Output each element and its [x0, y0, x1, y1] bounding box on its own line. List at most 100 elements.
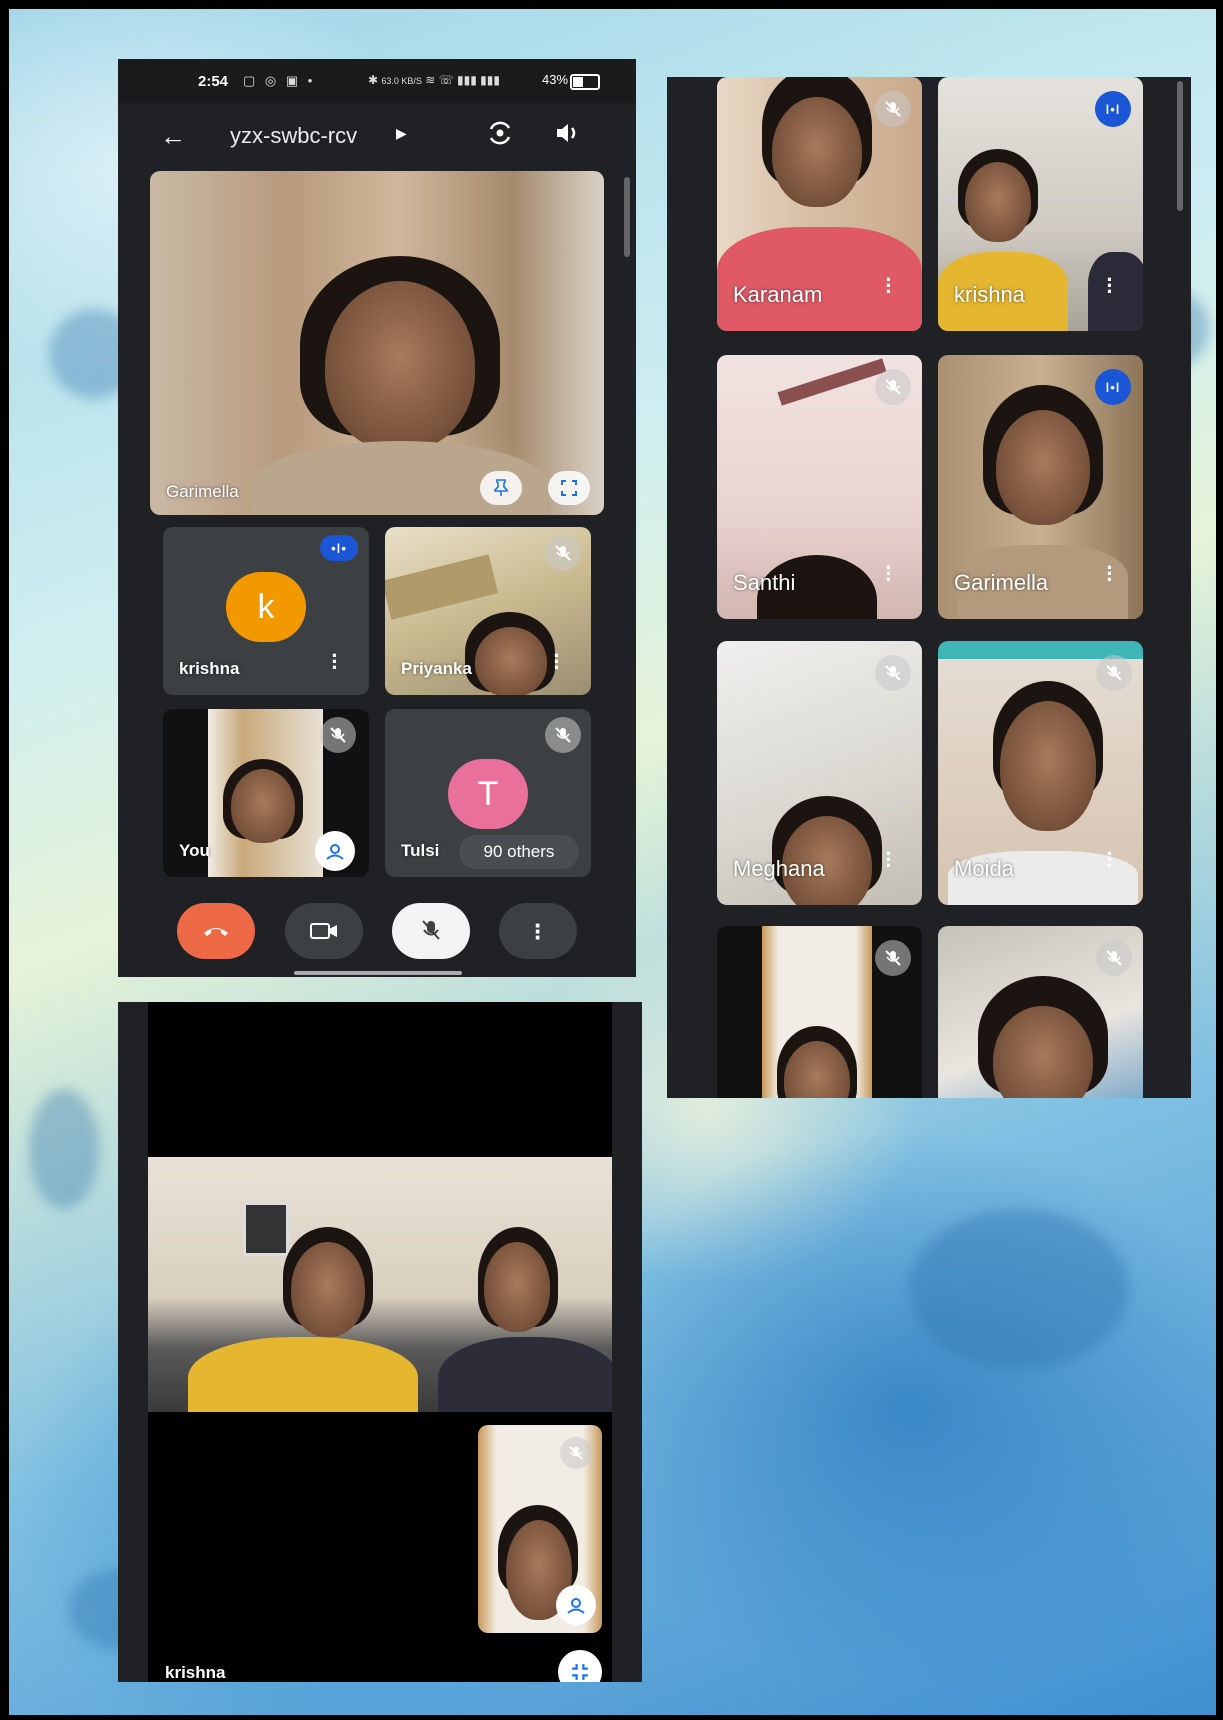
more-vert-icon[interactable]: · · ·	[1106, 557, 1114, 591]
participant-tile-garimella[interactable]: ǀ•ǀ Garimella · · ·	[938, 355, 1143, 619]
avatar: k	[226, 572, 306, 642]
self-view-tile[interactable]	[478, 1425, 602, 1633]
chevron-right-icon[interactable]: ▶	[396, 125, 407, 142]
status-icons: ✱ 63.0 KB/S ≋ ☏ ▮▮▮ ▮▮▮	[368, 73, 500, 87]
avatar: T	[448, 759, 528, 829]
participant-tile-moida[interactable]: Moida · · ·	[938, 641, 1143, 905]
mic-off-icon	[875, 655, 911, 691]
participant-tile-krishna[interactable]: •ǀ• k krishna · · ·	[163, 527, 369, 695]
participant-tile-partial-1[interactable]	[717, 926, 922, 1098]
notification-icons: ▢ ◎ ▣ •	[243, 73, 316, 88]
participant-tile-meghana[interactable]: Meghana · · ·	[717, 641, 922, 905]
tile-name: Moida	[954, 856, 1014, 881]
speaking-icon: ǀ•ǀ	[1095, 91, 1131, 127]
wall-frame	[243, 1202, 289, 1256]
tile-name: krishna	[954, 282, 1025, 307]
battery-percent: 43%	[542, 72, 569, 87]
participant-body	[188, 1337, 418, 1412]
participant-face	[965, 162, 1031, 242]
battery-icon	[570, 74, 600, 90]
mic-off-icon	[545, 535, 581, 571]
participant-tile-priyanka[interactable]: Priyanka · · ·	[385, 527, 591, 695]
more-vert-icon[interactable]: · · ·	[1106, 843, 1114, 877]
tile-name: Tulsi	[401, 841, 440, 860]
speaking-icon: •ǀ•	[320, 535, 358, 561]
mic-off-icon	[422, 920, 440, 940]
more-vert-icon[interactable]: · · ·	[885, 843, 893, 877]
tile-name: Meghana	[733, 856, 825, 881]
tile-name: krishna	[179, 659, 240, 678]
mic-off-icon	[1096, 940, 1132, 976]
mic-off-icon	[1096, 655, 1132, 691]
camera-icon	[310, 923, 337, 939]
meeting-top-bar: ← yzx-swbc-rcv ▶	[118, 103, 636, 171]
more-options-button[interactable]: · · ·	[499, 903, 577, 959]
participant-face	[291, 1242, 365, 1337]
participant-face	[996, 410, 1090, 525]
end-call-button[interactable]	[177, 903, 255, 959]
main-video[interactable]	[148, 1157, 612, 1412]
meet-screenshot-main: 2:54 ▢ ◎ ▣ • ✱ 63.0 KB/S ≋ ☏ ▮▮▮ ▮▮▮ 43%…	[118, 59, 636, 977]
fullscreen-icon[interactable]	[548, 471, 590, 505]
others-count-pill[interactable]: 90 others	[459, 835, 579, 869]
tile-name: Karanam	[733, 282, 823, 307]
participant-tile-karanam[interactable]: Karanam · · ·	[717, 77, 922, 331]
pin-icon[interactable]	[480, 471, 522, 505]
mic-off-icon	[560, 1437, 592, 1469]
participant-face	[231, 769, 295, 843]
more-vert-icon[interactable]: · · ·	[885, 557, 893, 591]
status-time: 2:54	[198, 73, 229, 90]
switch-camera-icon[interactable]	[486, 119, 514, 147]
home-indicator	[294, 971, 462, 975]
scrollbar[interactable]	[1177, 81, 1183, 211]
ceiling-fan	[385, 554, 499, 620]
mic-off-icon	[545, 717, 581, 753]
participant-face	[484, 1242, 550, 1332]
visual-effects-icon[interactable]	[556, 1585, 596, 1625]
call-controls: · · ·	[118, 889, 636, 977]
meet-screenshot-grid: Karanam · · · ǀ•ǀ krishna · · · Santhi · · · ǀ…	[667, 77, 1191, 1098]
participant-tile-you[interactable]: You	[163, 709, 369, 877]
tile-name: Garimella	[954, 570, 1049, 595]
tile-name: Santhi	[733, 570, 796, 595]
mic-off-icon	[875, 91, 911, 127]
participant-tile-tulsi[interactable]: T Tulsi 90 others	[385, 709, 591, 877]
participant-face	[1000, 701, 1096, 831]
more-vert-icon: · · ·	[534, 910, 543, 952]
meet-screenshot-spotlight: krishna	[118, 1002, 642, 1682]
background-bubble	[909, 1209, 1129, 1369]
camera-toggle-button[interactable]	[285, 903, 363, 959]
more-vert-icon[interactable]: · · ·	[885, 269, 893, 303]
participant-face	[325, 281, 475, 451]
mic-off-icon	[875, 369, 911, 405]
data-speed: 63.0 KB/S	[381, 76, 422, 86]
tile-name: Priyanka	[401, 659, 472, 678]
more-vert-icon[interactable]: · · ·	[331, 645, 339, 679]
mic-off-icon	[320, 717, 356, 753]
scrollbar[interactable]	[624, 177, 630, 257]
visual-effects-icon[interactable]	[315, 831, 355, 871]
end-call-icon	[204, 928, 228, 936]
meeting-code[interactable]: yzx-swbc-rcv	[230, 123, 357, 149]
mic-off-icon	[875, 940, 911, 976]
tile-name: Garimella	[166, 482, 239, 501]
ceiling-fan	[777, 358, 887, 406]
speaker-icon[interactable]	[553, 119, 581, 147]
more-vert-icon[interactable]: · · ·	[553, 645, 561, 679]
participant-face	[475, 627, 547, 695]
tile-name: krishna	[165, 1663, 226, 1682]
back-arrow-icon[interactable]: ←	[160, 121, 186, 152]
participant-body	[1088, 252, 1143, 331]
background-bubble	[29, 1089, 99, 1209]
participant-tile-partial-2[interactable]	[938, 926, 1143, 1098]
participant-tile-santhi[interactable]: Santhi · · ·	[717, 355, 922, 619]
participant-tile-krishna-2[interactable]: ǀ•ǀ krishna · · ·	[938, 77, 1143, 331]
participant-face	[772, 97, 862, 207]
main-video-tile[interactable]: Garimella	[150, 171, 604, 515]
more-vert-icon[interactable]: · · ·	[1106, 269, 1114, 303]
participant-body	[438, 1337, 612, 1412]
mic-toggle-button[interactable]	[392, 903, 470, 959]
status-bar: 2:54 ▢ ◎ ▣ • ✱ 63.0 KB/S ≋ ☏ ▮▮▮ ▮▮▮ 43%	[118, 59, 636, 103]
tile-name: You	[179, 841, 210, 860]
speaking-icon: ǀ•ǀ	[1095, 369, 1131, 405]
